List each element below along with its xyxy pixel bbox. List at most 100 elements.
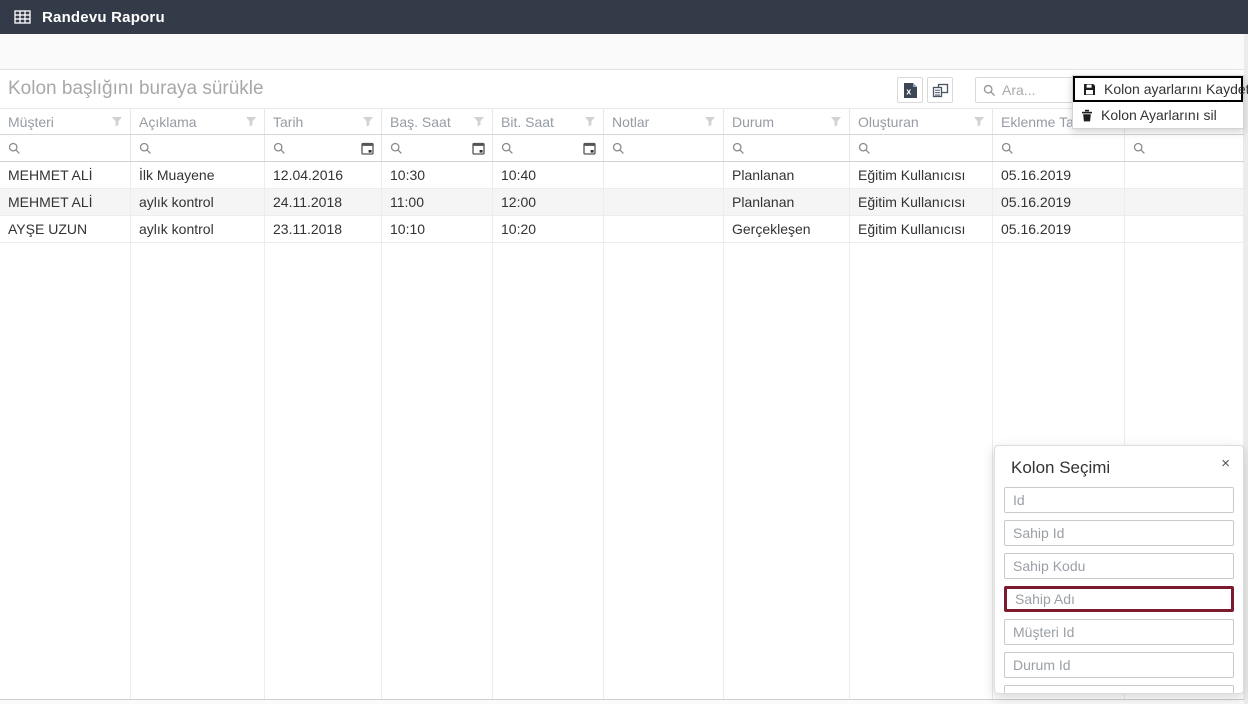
- cell-notlar[interactable]: [604, 162, 724, 188]
- cell-olusturan[interactable]: Eğitim Kullanıcısı: [850, 216, 993, 242]
- chooser-item-sahip-id[interactable]: Sahip Id: [1004, 520, 1234, 546]
- cell-eklenme-tarihi[interactable]: 05.16.2019: [993, 189, 1125, 215]
- column-header-tarih[interactable]: Tarih: [265, 109, 382, 134]
- cell-aciklama[interactable]: İlk Muayene: [131, 162, 265, 188]
- column-label: Oluşturan: [858, 114, 919, 130]
- column-label: Durum: [732, 114, 774, 130]
- filter-cell-eklenme-tarihi[interactable]: [993, 135, 1125, 161]
- page-scrollbar[interactable]: [1244, 34, 1248, 704]
- group-panel-hint: Kolon başlığını buraya sürükle: [8, 78, 264, 100]
- column-settings-menu: Kolon ayarlarını Kaydet Kolon Ayarlarını…: [1072, 75, 1244, 129]
- menu-item-label: Kolon ayarlarını Kaydet: [1104, 81, 1248, 97]
- filter-row: [0, 135, 1244, 162]
- close-icon[interactable]: ×: [1221, 456, 1230, 471]
- filter-cell-bit-saat[interactable]: [493, 135, 604, 161]
- cell-bit-saat[interactable]: 12:00: [493, 189, 604, 215]
- cell-eklenme-tarihi[interactable]: 05.16.2019: [993, 162, 1125, 188]
- filter-cell-musteri[interactable]: [0, 135, 131, 161]
- menu-item-save-column-settings[interactable]: Kolon ayarlarını Kaydet: [1073, 76, 1243, 102]
- filter-funnel-icon[interactable]: [704, 116, 716, 127]
- cell-bas-saat[interactable]: 10:30: [382, 162, 493, 188]
- cell-tarih[interactable]: 12.04.2016: [265, 162, 382, 188]
- cell-empty[interactable]: [1125, 162, 1244, 188]
- cell-durum[interactable]: Planlanan: [724, 162, 850, 188]
- header-row: Müşteri Açıklama Tarih Baş. Saat Bit. Sa…: [0, 108, 1244, 135]
- table-row[interactable]: AYŞE UZUN aylık kontrol 23.11.2018 10:10…: [0, 216, 1244, 243]
- cell-musteri[interactable]: AYŞE UZUN: [0, 216, 131, 242]
- column-header-bit-saat[interactable]: Bit. Saat: [493, 109, 604, 134]
- group-panel[interactable]: Kolon başlığını buraya sürükle x: [0, 70, 1244, 108]
- page-title: Randevu Raporu: [42, 9, 165, 26]
- cell-eklenme-tarihi[interactable]: 05.16.2019: [993, 216, 1125, 242]
- save-icon: [1083, 83, 1096, 96]
- calendar-icon[interactable]: [583, 142, 596, 155]
- filter-funnel-icon[interactable]: [830, 116, 842, 127]
- cell-notlar[interactable]: [604, 189, 724, 215]
- column-header-bas-saat[interactable]: Baş. Saat: [382, 109, 493, 134]
- calendar-icon[interactable]: [472, 142, 485, 155]
- cell-olusturan[interactable]: Eğitim Kullanıcısı: [850, 189, 993, 215]
- column-chooser-icon: [932, 83, 949, 98]
- column-header-musteri[interactable]: Müşteri: [0, 109, 131, 134]
- chooser-item-sahip-kodu[interactable]: Sahip Kodu: [1004, 553, 1234, 579]
- filter-funnel-icon[interactable]: [584, 116, 596, 127]
- filter-cell-notlar[interactable]: [604, 135, 724, 161]
- column-label: Notlar: [612, 114, 649, 130]
- cell-musteri[interactable]: MEHMET ALİ: [0, 189, 131, 215]
- table-row[interactable]: MEHMET ALİ İlk Muayene 12.04.2016 10:30 …: [0, 162, 1244, 189]
- export-excel-button[interactable]: x: [897, 77, 923, 103]
- menu-item-label: Kolon Ayarlarını sil: [1101, 107, 1217, 123]
- column-chooser-title: Kolon Seçimi: [995, 446, 1243, 487]
- cell-empty[interactable]: [1125, 189, 1244, 215]
- filter-funnel-icon[interactable]: [111, 116, 123, 127]
- column-header-aciklama[interactable]: Açıklama: [131, 109, 265, 134]
- trash-icon: [1081, 109, 1093, 122]
- cell-tarih[interactable]: 24.11.2018: [265, 189, 382, 215]
- filter-funnel-icon[interactable]: [245, 116, 257, 127]
- cell-bit-saat[interactable]: 10:40: [493, 162, 604, 188]
- column-header-olusturan[interactable]: Oluşturan: [850, 109, 993, 134]
- search-icon: [858, 142, 871, 155]
- search-icon: [1001, 142, 1014, 155]
- search-icon: [8, 142, 21, 155]
- filter-funnel-icon[interactable]: [973, 116, 985, 127]
- search-icon: [273, 142, 286, 155]
- cell-aciklama[interactable]: aylık kontrol: [131, 216, 265, 242]
- filter-cell-empty[interactable]: [1125, 135, 1244, 161]
- cell-tarih[interactable]: 23.11.2018: [265, 216, 382, 242]
- filter-funnel-icon[interactable]: [362, 116, 374, 127]
- cell-notlar[interactable]: [604, 216, 724, 242]
- cell-bas-saat[interactable]: 10:10: [382, 216, 493, 242]
- search-icon: [983, 84, 996, 97]
- column-chooser-button[interactable]: [927, 77, 953, 103]
- chooser-item-durum-id[interactable]: Durum Id: [1004, 652, 1234, 678]
- column-label: Açıklama: [139, 114, 197, 130]
- chooser-item-musteri-id[interactable]: Müşteri Id: [1004, 619, 1234, 645]
- filter-funnel-icon[interactable]: [473, 116, 485, 127]
- column-chooser-panel: Kolon Seçimi × Id Sahip Id Sahip Kodu Sa…: [994, 445, 1244, 694]
- cell-aciklama[interactable]: aylık kontrol: [131, 189, 265, 215]
- chooser-item-sahip-adi[interactable]: Sahip Adı: [1004, 586, 1234, 612]
- cell-durum[interactable]: Planlanan: [724, 189, 850, 215]
- filter-cell-durum[interactable]: [724, 135, 850, 161]
- column-header-notlar[interactable]: Notlar: [604, 109, 724, 134]
- chooser-item-partial[interactable]: [1004, 685, 1234, 694]
- filter-cell-olusturan[interactable]: [850, 135, 993, 161]
- cell-bas-saat[interactable]: 11:00: [382, 189, 493, 215]
- filter-cell-aciklama[interactable]: [131, 135, 265, 161]
- cell-bit-saat[interactable]: 10:20: [493, 216, 604, 242]
- chooser-item-id[interactable]: Id: [1004, 487, 1234, 513]
- search-icon: [501, 142, 514, 155]
- table-row[interactable]: MEHMET ALİ aylık kontrol 24.11.2018 11:0…: [0, 189, 1244, 216]
- calendar-icon[interactable]: [361, 142, 374, 155]
- cell-empty[interactable]: [1125, 216, 1244, 242]
- column-header-durum[interactable]: Durum: [724, 109, 850, 134]
- filter-cell-bas-saat[interactable]: [382, 135, 493, 161]
- filter-cell-tarih[interactable]: [265, 135, 382, 161]
- excel-export-icon: x: [902, 82, 919, 99]
- cell-olusturan[interactable]: Eğitim Kullanıcısı: [850, 162, 993, 188]
- cell-durum[interactable]: Gerçekleşen: [724, 216, 850, 242]
- search-icon: [139, 142, 152, 155]
- menu-item-delete-column-settings[interactable]: Kolon Ayarlarını sil: [1073, 102, 1243, 128]
- cell-musteri[interactable]: MEHMET ALİ: [0, 162, 131, 188]
